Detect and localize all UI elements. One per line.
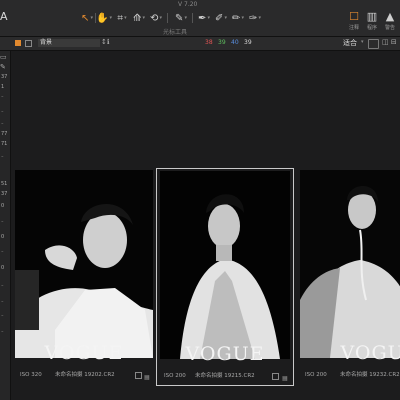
filename-label: 未命名拍摄 19202.CR2	[55, 372, 115, 378]
hand-icon: ✋	[96, 12, 109, 24]
divider-dots: ···	[1, 283, 4, 289]
annotation-icon: ☐	[349, 10, 359, 23]
grid-icon[interactable]: ▦	[144, 371, 150, 385]
count-green: 39	[218, 39, 226, 46]
cursor-icon: ↖	[81, 12, 90, 24]
portrait-photo-2	[160, 171, 290, 359]
iso-label: ISO 200	[164, 373, 186, 379]
zoom-icon[interactable]	[368, 39, 379, 49]
portrait-photo-1	[15, 170, 153, 358]
tool-caption: 光标工具	[163, 29, 188, 36]
view-options-icon[interactable]: ◫ ⊟	[382, 38, 397, 46]
divider-dots: ···	[1, 94, 4, 100]
divider-dots: ···	[1, 109, 4, 115]
warning-label: 警告	[384, 25, 395, 31]
top-toolbar: A V 7.20 ↖ ▾ ✋ ▾ ⌗ ▾ ⟰ ▾ ⟲ ▾ ✎ ▾ ✒ ▾ ✐ ▾ ✏ ▾ ✑ ▾ 光…	[0, 0, 400, 37]
vogue-overlay: VOGUE	[44, 342, 124, 364]
param-value-6: 37	[1, 191, 8, 197]
vogue-overlay: VOGUE	[185, 343, 265, 365]
pen-icon: ✒	[198, 12, 207, 24]
pencil-icon: ✐	[215, 12, 224, 24]
brush-tool-button[interactable]: ✎ ▾	[174, 12, 188, 24]
process-icon: ▥	[366, 10, 378, 23]
count-red: 38	[205, 39, 213, 46]
album-name: 背景	[40, 39, 53, 46]
fit-dropdown[interactable]: 适合	[343, 38, 357, 48]
pencil-icon[interactable]: ✎	[0, 63, 6, 71]
rotate-tool-button[interactable]: ⟲ ▾	[149, 12, 163, 24]
iso-label: ISO 200	[305, 372, 327, 378]
grid-icon[interactable]: ▦	[282, 372, 288, 386]
grid-view-icon[interactable]	[15, 40, 21, 46]
warning-icon: ▲	[385, 10, 395, 23]
param-value-1: 37	[1, 74, 8, 80]
annotations-label: 注释	[348, 25, 359, 31]
straighten-tool-button[interactable]: ⟰ ▾	[132, 12, 146, 24]
crop-tool-button[interactable]: ⌗ ▾	[115, 12, 129, 24]
param-value-9: 0	[1, 265, 5, 271]
param-value-5: 51	[1, 181, 8, 187]
filename-label: 未命名拍摄 19215.CR2	[195, 373, 255, 379]
param-value-2: 1	[1, 84, 5, 90]
count-blue: 40	[231, 39, 239, 46]
annotations-button[interactable]: ☐ 注释	[346, 10, 362, 31]
album-select[interactable]: 背景	[38, 39, 100, 47]
count-total: 39	[244, 39, 252, 46]
thumbnail-meta: ISO 200 未命名拍摄 19215.CR2 ▦	[157, 369, 293, 383]
divider-dots: ···	[1, 329, 4, 335]
param-value-4: 71	[1, 141, 8, 147]
divider-dots: ···	[1, 299, 4, 305]
single-view-icon[interactable]	[25, 40, 32, 47]
pick-tool-button[interactable]: ✒ ▾	[197, 12, 211, 24]
crop-icon: ⌗	[117, 12, 124, 24]
thumbnail-cell[interactable]: VOGUE ISO 320 未命名拍摄 19202.CR2 ▦	[15, 168, 153, 384]
left-tool-panel: ▭ ✎ 37 1 ··· ··· ··· 77 71 ··· 51 37 0 ·…	[0, 51, 11, 400]
rotate-icon: ⟲	[150, 12, 159, 24]
photo-thumbnail[interactable]	[300, 170, 400, 358]
eyedropper-tool-button[interactable]: ✏ ▾	[231, 12, 245, 24]
warning-button[interactable]: ▲ 警告	[382, 10, 398, 31]
divider-dots: ···	[1, 219, 4, 225]
divider-dots: ···	[1, 121, 4, 127]
pan-tool-button[interactable]: ✋ ▾	[96, 12, 112, 24]
chevron-down-icon: ▾	[361, 39, 364, 45]
sort-icon[interactable]: ↕ℹ	[101, 38, 110, 46]
param-value-7: 0	[1, 203, 5, 209]
browser-toolbar: 背景 ↕ℹ 38 39 40 39 适合 ▾ ◫ ⊟	[0, 37, 400, 51]
dropper-icon: ✑	[249, 12, 258, 24]
picker-tool-button[interactable]: ✑ ▾	[248, 12, 262, 24]
thumbnail-meta: ISO 200 未命名拍摄 19232.CR2	[300, 368, 400, 382]
brush-icon: ✎	[175, 12, 184, 24]
app-version: V 7.20	[178, 1, 198, 8]
process-label: 程序	[366, 25, 377, 31]
process-button[interactable]: ▥ 程序	[364, 10, 380, 31]
select-checkbox[interactable]	[135, 372, 142, 379]
photo-thumbnail[interactable]	[160, 171, 290, 359]
param-value-8: 0	[1, 234, 5, 240]
divider-dots: ···	[1, 249, 4, 255]
wb-tool-button[interactable]: ✐ ▾	[214, 12, 228, 24]
select-checkbox[interactable]	[272, 373, 279, 380]
layer-icon[interactable]: ▭	[0, 53, 7, 61]
param-value-3: 77	[1, 131, 8, 137]
iso-label: ISO 320	[20, 372, 42, 378]
divider-dots: ···	[1, 154, 4, 160]
photo-thumbnail[interactable]	[15, 170, 153, 358]
image-browser: VOGUE ISO 320 未命名拍摄 19202.CR2 ▦ VOGUE IS…	[11, 51, 400, 400]
divider-dots: ···	[1, 313, 4, 319]
eyedropper-icon: ✏	[232, 12, 241, 24]
thumbnail-meta: ISO 320 未命名拍摄 19202.CR2 ▦	[15, 368, 153, 382]
app-logo: A	[0, 10, 8, 23]
thumbnail-cell[interactable]: VOGUE ISO 200 未命名拍摄 19232.CR2	[300, 168, 400, 384]
select-tool-button[interactable]: ↖ ▾	[80, 12, 94, 24]
straighten-icon: ⟰	[133, 12, 142, 24]
filename-label: 未命名拍摄 19232.CR2	[340, 372, 400, 378]
portrait-photo-3	[300, 170, 400, 358]
thumbnail-cell-selected[interactable]: VOGUE ISO 200 未命名拍摄 19215.CR2 ▦	[156, 168, 294, 386]
vogue-overlay: VOGUE	[340, 342, 400, 364]
